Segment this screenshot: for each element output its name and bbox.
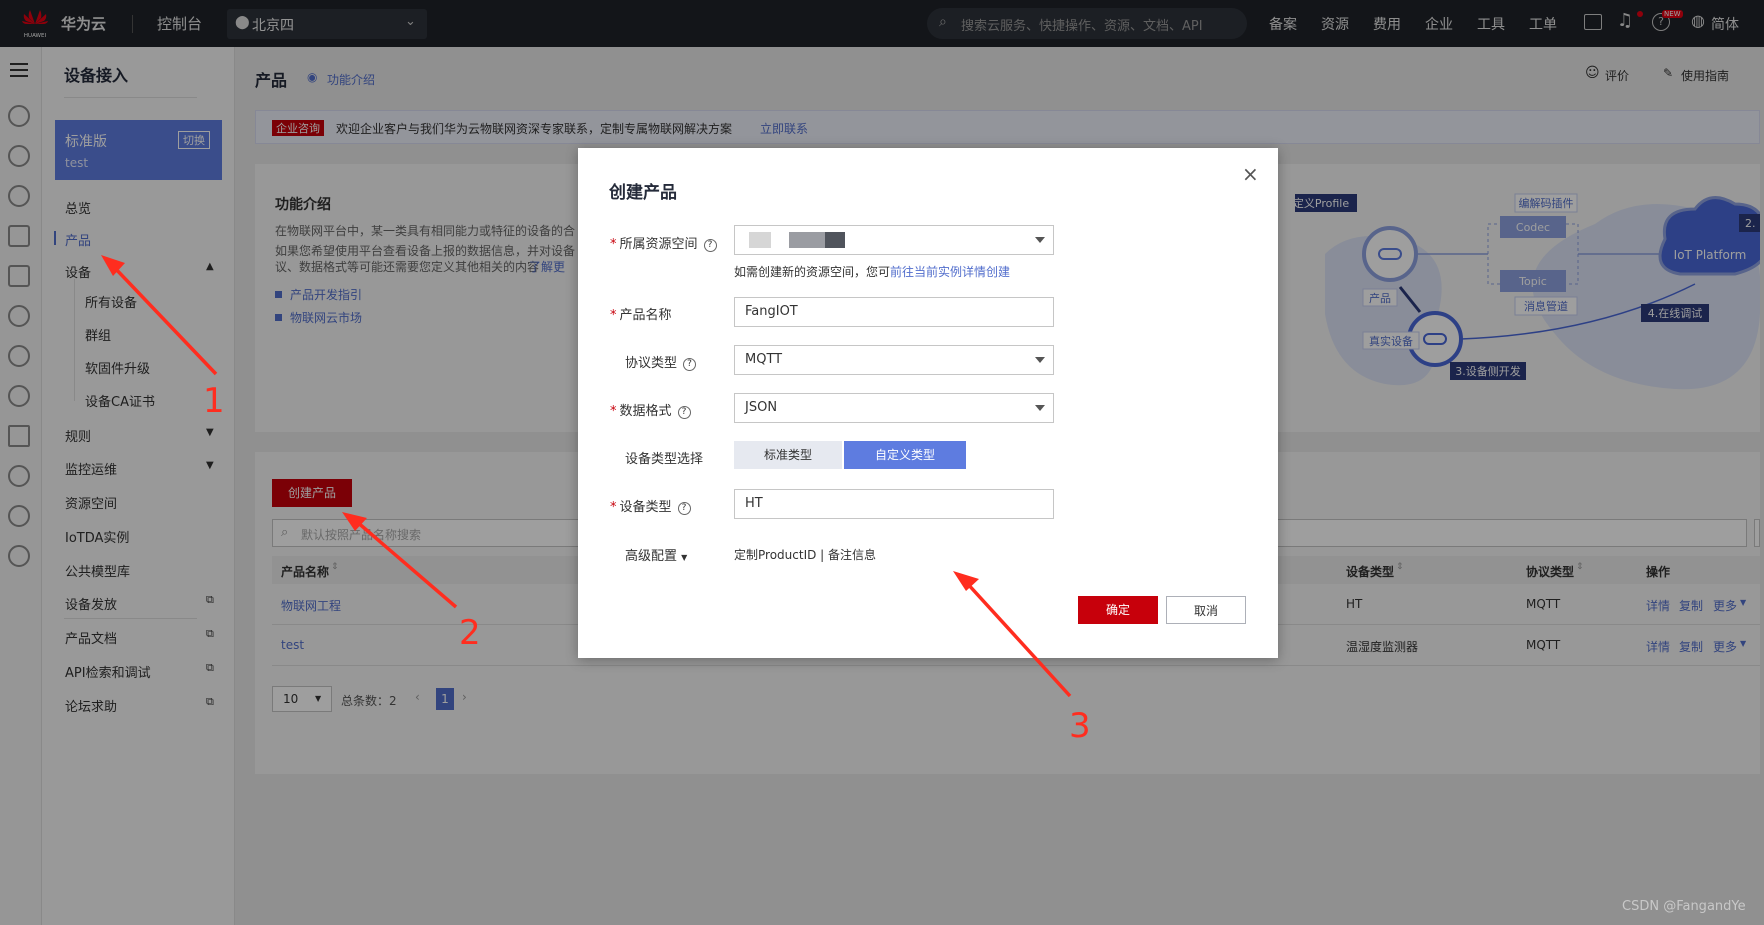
annotation-layer: 1 2 3 (101, 255, 1091, 746)
annotation-arrow (110, 263, 218, 376)
watermark: CSDN @FangandYe (1622, 899, 1746, 914)
annotation-number: 2 (459, 613, 481, 653)
annotation-arrow (354, 519, 458, 609)
arrow-head (953, 571, 979, 591)
annotation-number: 1 (203, 381, 225, 421)
annotation-number: 3 (1069, 706, 1091, 746)
annotation-arrow (964, 580, 1072, 698)
